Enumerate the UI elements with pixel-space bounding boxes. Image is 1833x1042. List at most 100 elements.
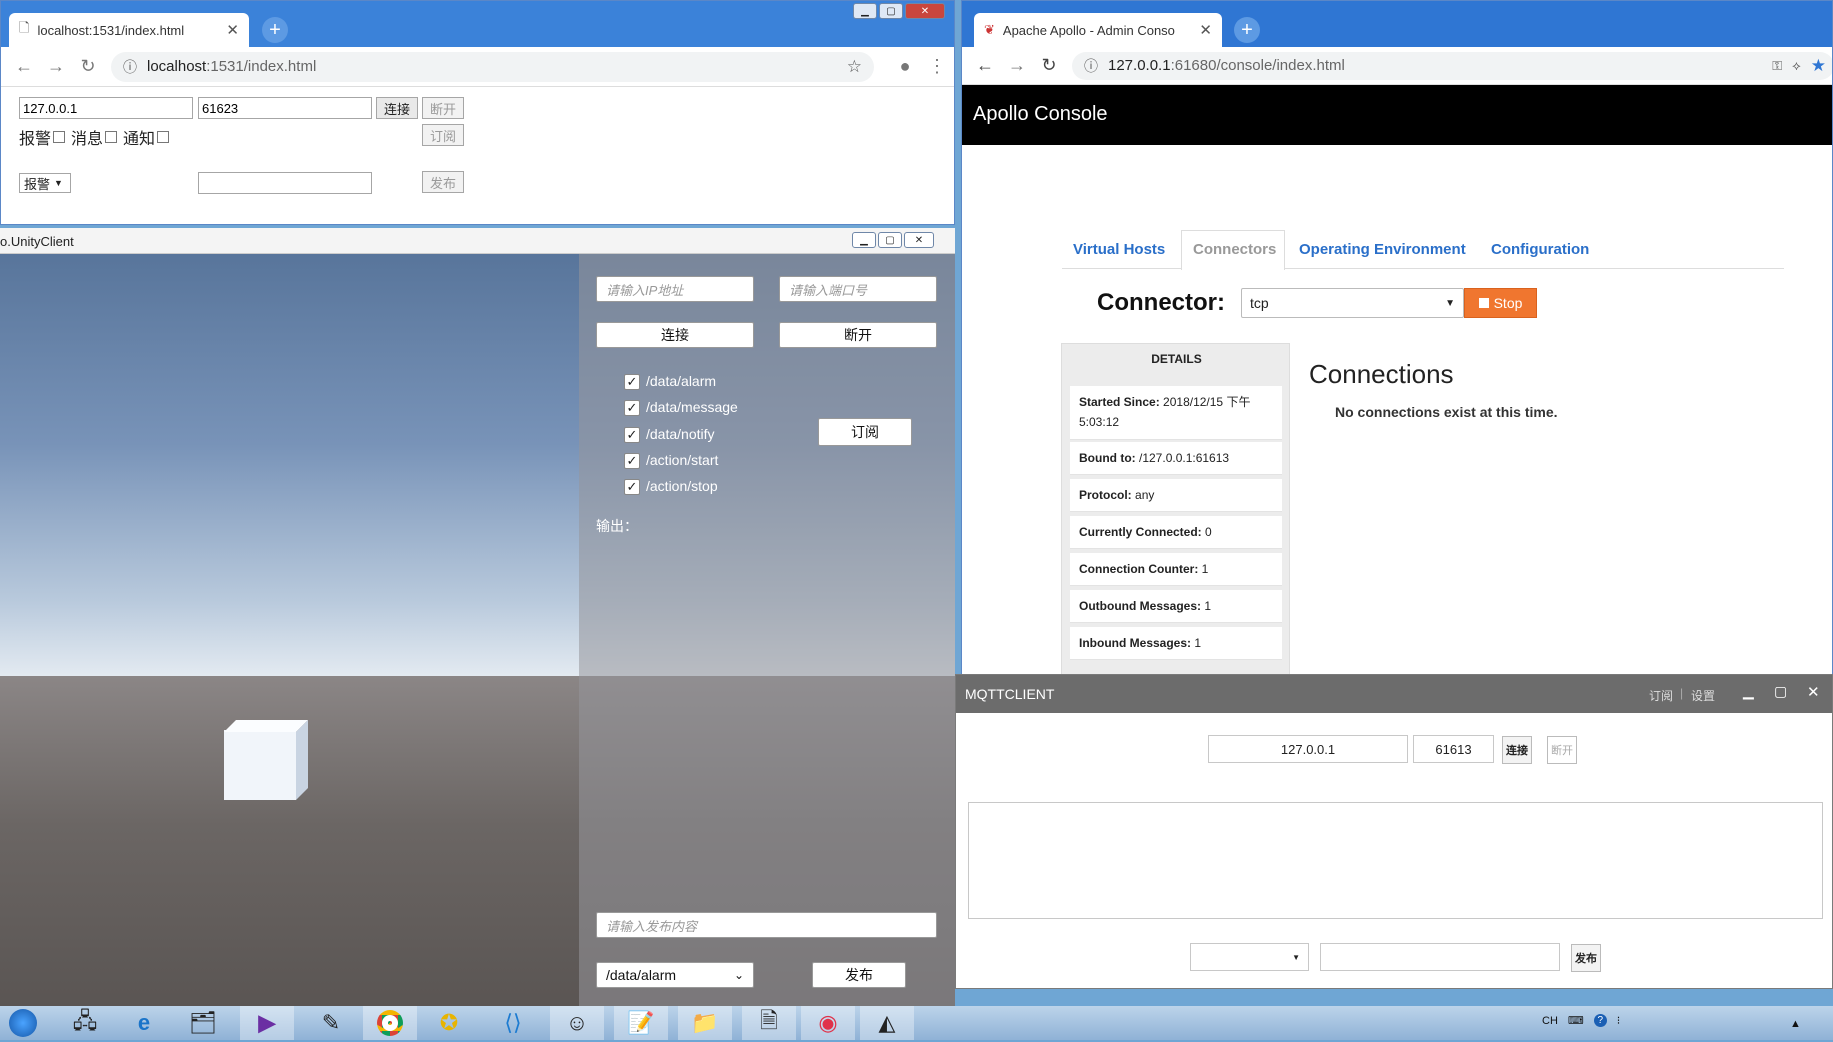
close-button[interactable]: ✕ (905, 3, 945, 19)
unity-window: o.UnityClient ▁ ▢ ✕ 请输入IP地址 请输入端口号 连接 断开… (0, 228, 955, 1008)
mqtt-close-icon[interactable]: ✕ (1807, 683, 1820, 701)
tray-arrow-icon[interactable]: ⁝ (1617, 1014, 1621, 1027)
apollo-brand[interactable]: Apollo Console (973, 103, 1108, 126)
mqtt-connect-button[interactable]: 连接 (1502, 736, 1532, 764)
taskbar-camera-icon[interactable]: ◉ (801, 1006, 855, 1040)
unity-disconnect-button[interactable]: 断开 (779, 322, 937, 348)
back-icon[interactable]: ← (976, 55, 994, 76)
translate-icon[interactable]: ⟡ (1792, 58, 1801, 74)
unity-ip-input[interactable]: 请输入IP地址 (596, 276, 754, 302)
unity-port-input[interactable]: 请输入端口号 (779, 276, 937, 302)
taskbar-network-icon[interactable]: 🖧 (58, 1006, 112, 1040)
mqtt-publish-input[interactable] (1320, 943, 1560, 971)
notify-checkbox[interactable] (157, 131, 170, 143)
topic-item[interactable]: ✓ /data/message (624, 394, 738, 420)
help-icon[interactable]: ? (1593, 1014, 1607, 1027)
close-tab-icon[interactable]: ✕ (1199, 21, 1212, 39)
taskbar-app-icon[interactable]: ✪ (422, 1006, 476, 1040)
profile-icon[interactable]: ● (896, 56, 914, 77)
forward-icon[interactable]: → (47, 56, 65, 77)
mqtt-disconnect-button[interactable]: 断开 (1547, 736, 1577, 764)
detail-currently-connected: Currently Connected: 0 (1070, 516, 1282, 549)
connect-button[interactable]: 连接 (376, 97, 418, 119)
unity-minimize-button[interactable]: ▁ (852, 232, 876, 248)
mqtt-port-input[interactable]: 61613 (1413, 735, 1494, 763)
mqtt-message-area[interactable] (968, 802, 1823, 919)
dropdown-arrow-icon: ▼ (1445, 297, 1455, 309)
disconnect-button[interactable]: 断开 (422, 97, 464, 119)
message-checkbox[interactable] (105, 131, 118, 143)
taskbar-explorer-icon[interactable]: 📁 (678, 1006, 732, 1040)
unity-topic-list: ✓ /data/alarm ✓ /data/message ✓ /data/notif… (624, 368, 738, 499)
mqtt-menu-settings[interactable]: 设置 (1691, 687, 1715, 704)
taskbar-visual-studio-icon[interactable]: ▶ (240, 1006, 294, 1040)
address-bar[interactable]: ⓘ 127.0.0.1:61680/console/index.html ⚿ ⟡… (1072, 51, 1832, 80)
detail-bound-to: Bound to: /127.0.0.1:61613 (1070, 442, 1282, 475)
port-input[interactable] (198, 97, 372, 119)
mqtt-maximize-icon[interactable]: ▢ (1774, 683, 1787, 700)
address-bar[interactable]: ⓘ localhost:1531/index.html ☆ (111, 51, 874, 82)
close-tab-icon[interactable]: ✕ (226, 21, 239, 39)
mqtt-minimize-icon[interactable]: ▁ (1743, 683, 1754, 700)
publish-input[interactable] (198, 172, 372, 194)
bookmark-star-icon[interactable]: ☆ (847, 57, 862, 77)
bookmark-star-icon[interactable]: ★ (1811, 56, 1826, 76)
tab-title: localhost:1531/index.html (37, 22, 185, 38)
mqtt-publish-button[interactable]: 发布 (1571, 944, 1601, 972)
unity-topic-dropdown[interactable]: /data/alarm ⌄ (596, 962, 754, 988)
stop-button[interactable]: Stop (1464, 288, 1537, 318)
browser-tab-localhost[interactable]: 🗋 localhost:1531/index.html ✕ (9, 13, 249, 47)
mqtt-menu-subscribe[interactable]: 订阅 (1649, 687, 1673, 704)
taskbar-contact-icon[interactable]: ☺ (550, 1006, 604, 1040)
publish-button[interactable]: 发布 (422, 171, 464, 193)
taskbar-ie-icon[interactable]: e (117, 1006, 171, 1040)
tab-operating-environment[interactable]: Operating Environment (1299, 241, 1466, 258)
topic-item[interactable]: ✓ /data/notify (624, 421, 738, 447)
start-button[interactable] (0, 1006, 46, 1040)
new-tab-button[interactable]: + (1234, 17, 1260, 43)
unity-close-button[interactable]: ✕ (904, 232, 934, 248)
taskbar-chrome-icon[interactable] (363, 1006, 417, 1040)
topic-item[interactable]: ✓ /action/start (624, 447, 738, 473)
mqtt-ip-input[interactable]: 127.0.0.1 (1208, 735, 1408, 763)
taskbar-unity-icon[interactable]: ◭ (860, 1006, 914, 1040)
taskbar-vscode-icon[interactable]: ⟨⟩ (486, 1006, 540, 1040)
language-indicator[interactable]: CH (1542, 1015, 1558, 1027)
unity-publish-button[interactable]: 发布 (812, 962, 906, 988)
unity-subscribe-button[interactable]: 订阅 (818, 418, 912, 446)
topic-item[interactable]: ✓ /data/alarm (624, 368, 738, 394)
unity-publish-input[interactable]: 请输入发布内容 (596, 912, 937, 938)
cube-object (224, 720, 308, 800)
tab-configuration[interactable]: Configuration (1491, 241, 1589, 258)
unity-connect-button[interactable]: 连接 (596, 322, 754, 348)
minimize-button[interactable]: ▁ (853, 3, 877, 19)
taskbar-editor-icon[interactable]: 📝 (614, 1006, 668, 1040)
detail-outbound-messages: Outbound Messages: 1 (1070, 590, 1282, 623)
ip-input[interactable] (19, 97, 193, 119)
menu-icon[interactable]: ⋮ (928, 56, 946, 77)
taskbar-pen-icon[interactable]: ✎ (304, 1006, 358, 1040)
back-icon[interactable]: ← (15, 56, 33, 77)
keyboard-icon[interactable]: ⌨ (1568, 1014, 1584, 1027)
taskbar-tools-icon[interactable]: 🗂 (176, 1006, 230, 1040)
maximize-button[interactable]: ▢ (879, 3, 903, 19)
tab-connectors[interactable]: Connectors (1193, 241, 1276, 258)
connector-select[interactable]: tcp ▼ (1241, 288, 1464, 318)
detail-value: any (1135, 488, 1155, 502)
taskbar-document-icon[interactable]: 🗎 (742, 1006, 796, 1040)
show-hidden-icons-icon[interactable]: ▲ (1790, 1018, 1801, 1030)
tab-virtual-hosts[interactable]: Virtual Hosts (1073, 241, 1165, 258)
subscribe-button[interactable]: 订阅 (422, 124, 464, 146)
forward-icon[interactable]: → (1008, 55, 1026, 76)
alarm-checkbox[interactable] (53, 131, 66, 143)
key-icon[interactable]: ⚿ (1772, 58, 1782, 74)
new-tab-button[interactable]: + (262, 17, 288, 43)
reload-icon[interactable]: ↻ (1040, 55, 1058, 76)
mqtt-topic-select[interactable]: ▼ (1190, 943, 1309, 971)
connector-label: Connector: (1097, 289, 1225, 316)
reload-icon[interactable]: ↻ (79, 56, 97, 77)
topic-select[interactable]: 报警 ▼ (19, 173, 71, 193)
unity-maximize-button[interactable]: ▢ (878, 232, 902, 248)
topic-item[interactable]: ✓ /action/stop (624, 473, 738, 499)
browser-tab-apollo[interactable]: ❦ Apache Apollo - Admin Conso ✕ (974, 13, 1222, 47)
